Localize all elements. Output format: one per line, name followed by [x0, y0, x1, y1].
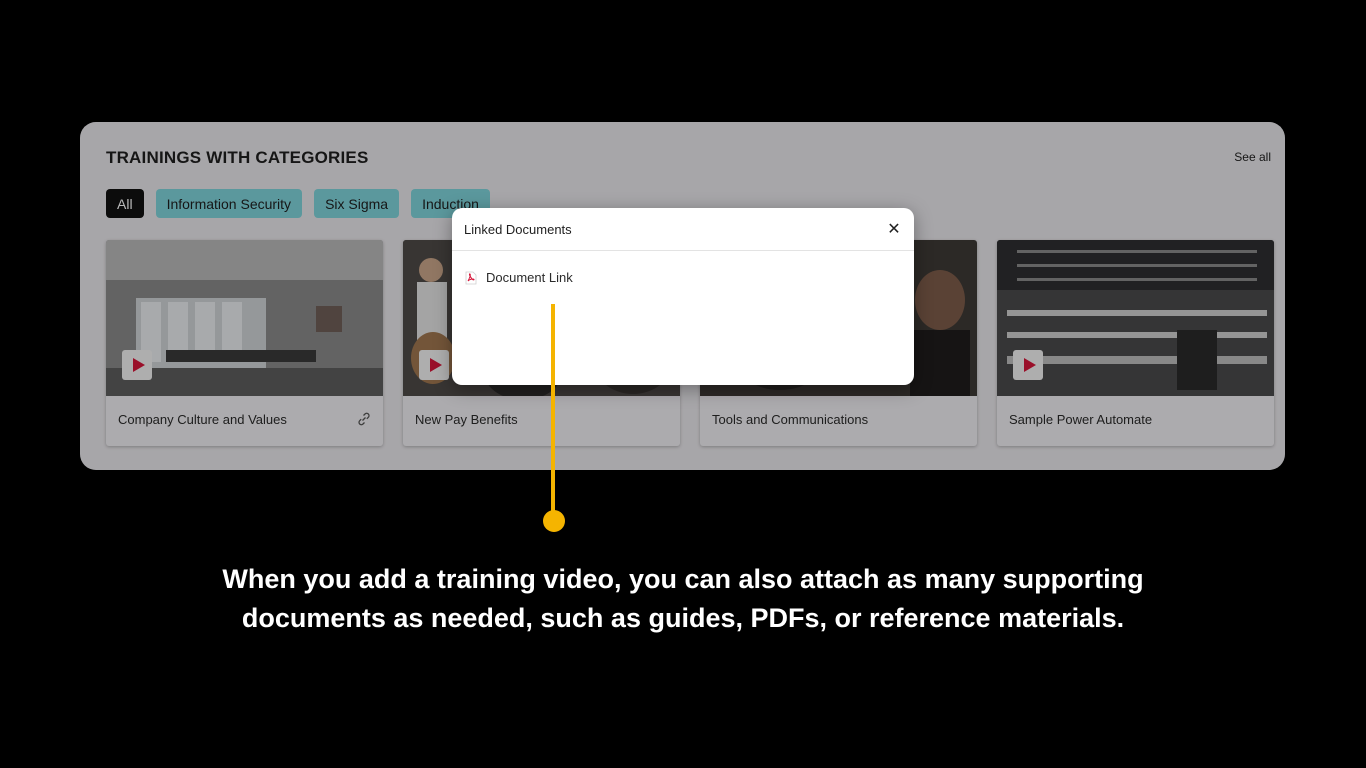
callout-line: [551, 304, 555, 514]
close-icon[interactable]: ✕: [886, 219, 902, 239]
document-link-item[interactable]: Document Link: [452, 251, 914, 304]
chip-information-security[interactable]: Information Security: [155, 189, 303, 218]
training-card[interactable]: Company Culture and Values: [106, 240, 383, 446]
training-card[interactable]: Sample Power Automate: [997, 240, 1274, 446]
callout-dot: [543, 510, 565, 532]
caption-text: When you add a training video, you can a…: [222, 564, 1144, 633]
card-title: New Pay Benefits: [415, 412, 518, 427]
card-title: Tools and Communications: [712, 412, 869, 427]
chip-all[interactable]: All: [106, 189, 144, 218]
linked-documents-modal: Linked Documents ✕ Document Link: [452, 208, 914, 385]
link-icon[interactable]: [357, 412, 371, 426]
play-icon[interactable]: [122, 350, 152, 380]
see-all-link[interactable]: See all: [1234, 150, 1271, 164]
document-link-label: Document Link: [486, 270, 573, 285]
play-icon[interactable]: [1013, 350, 1043, 380]
panel-title: TRAININGS WITH CATEGORIES: [106, 148, 369, 167]
card-title: Sample Power Automate: [1009, 412, 1153, 427]
modal-header: Linked Documents ✕: [452, 208, 914, 251]
card-title: Company Culture and Values: [118, 412, 287, 427]
pdf-icon: [465, 271, 477, 284]
modal-title: Linked Documents: [464, 221, 572, 237]
category-chips: All Information Security Six Sigma Induc…: [106, 189, 490, 218]
chip-six-sigma[interactable]: Six Sigma: [314, 189, 400, 218]
play-icon[interactable]: [419, 350, 449, 380]
